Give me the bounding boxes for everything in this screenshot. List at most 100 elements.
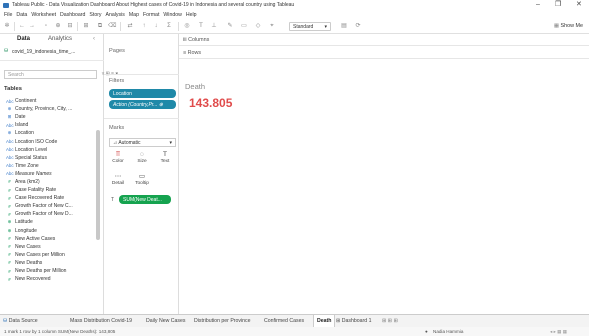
maximize-button[interactable]: ❐ — [555, 1, 561, 9]
measure-pill-new-deaths[interactable]: SUM(New Deat... — [119, 195, 171, 204]
field-item[interactable]: # New Cases per Million — [6, 251, 98, 259]
rows-shelf[interactable]: ≡ Rows — [179, 48, 589, 59]
new-sheet-icons[interactable]: ⊞ ⊞ ⊞ — [382, 318, 398, 324]
tooltip-label: Tooltip — [135, 181, 149, 186]
save-icon[interactable]: ▫ — [42, 22, 50, 30]
field-item[interactable]: # Case Recovered Rate — [6, 194, 98, 202]
fix-axes-icon[interactable]: ⊥ — [210, 22, 218, 30]
filter-pill-action[interactable]: Action (Country,Pr... ⊕ — [109, 100, 176, 109]
field-item[interactable]: Abc Time Zone — [6, 162, 98, 170]
datasource-row[interactable]: ⛁ covid_19_indonesia_time_... — [0, 47, 104, 56]
field-item[interactable]: ⊕ Latitude — [6, 218, 98, 226]
tableau-logo-icon[interactable]: ✲ — [3, 22, 11, 30]
detail-mark-button[interactable]: ⋯ Detail — [109, 173, 127, 189]
tab-confirmed-cases[interactable]: Confirmed Cases — [264, 318, 304, 324]
field-item[interactable]: ⊕ Location — [6, 129, 98, 137]
menu-data[interactable]: Data — [16, 12, 27, 18]
user-icon[interactable]: ● — [425, 329, 428, 334]
status-summary: 1 mark 1 row by 1 column SUM(New Deaths)… — [4, 328, 116, 334]
field-item[interactable]: # New Cases — [6, 243, 98, 251]
field-item[interactable]: # New Active Cases — [6, 235, 98, 243]
size-label: Size — [137, 159, 147, 164]
collapse-icon[interactable]: ‹ — [93, 36, 95, 42]
field-item[interactable]: # Case Fatality Rate — [6, 186, 98, 194]
field-label: New Cases per Million — [15, 251, 65, 258]
menu-window[interactable]: Window — [163, 12, 181, 18]
tab-distribution-per-province[interactable]: Distribution per Province — [194, 318, 251, 324]
field-item[interactable]: # Area (km2) — [6, 178, 98, 186]
field-item[interactable]: Abc Location ISO Code — [6, 137, 98, 145]
group-members-icon[interactable]: ◎ — [183, 22, 191, 30]
field-label: Growth Factor of New D... — [15, 211, 73, 218]
field-item[interactable]: Abc Location Level — [6, 146, 98, 154]
columns-shelf[interactable]: iii Columns — [179, 35, 589, 46]
tab-dashboard-1[interactable]: ⊞ Dashboard 1 — [336, 318, 372, 324]
tooltip-icon[interactable]: ▭ — [240, 22, 248, 30]
color-icon: ⠿ — [115, 151, 121, 158]
duplicate-sheet-icon[interactable]: ⧉ — [96, 22, 104, 30]
field-item[interactable]: ⊕ Country, Province, City, ... — [6, 105, 98, 113]
field-item[interactable]: # Growth Factor of New D... — [6, 210, 98, 218]
field-label: Country, Province, City, ... — [15, 106, 73, 113]
search-input[interactable]: Search ▿ ⊞ ≡ ▾ — [4, 70, 118, 79]
field-item[interactable]: # New Deaths per Million — [6, 267, 98, 275]
tableau-app-icon — [3, 2, 9, 8]
format-workbook-icon[interactable]: ◇ — [254, 22, 262, 30]
color-mark-button[interactable]: ⠿ Color — [109, 151, 127, 167]
fit-dropdown[interactable]: Standard ▾ — [289, 22, 331, 31]
tab-mass-distribution[interactable]: Mass Distribution Covid-19 — [70, 318, 132, 324]
menu-story[interactable]: Story — [89, 12, 101, 18]
tab-analytics[interactable]: Analytics — [48, 36, 72, 42]
undo-icon[interactable]: ← — [18, 22, 26, 30]
menu-analysis[interactable]: Analysis — [106, 12, 125, 18]
size-mark-button[interactable]: ◌ Size — [133, 151, 151, 167]
field-item[interactable]: Abc Island — [6, 121, 98, 129]
text-mark-button[interactable]: T Text — [156, 151, 174, 167]
pin-icon[interactable]: ⌖ — [268, 22, 276, 30]
tab-data[interactable]: Data — [17, 36, 30, 42]
field-item[interactable]: # New Recovered — [6, 275, 98, 283]
totals-icon[interactable]: Σ — [165, 22, 173, 30]
highlight-icon[interactable]: ✎ — [226, 22, 234, 30]
field-item[interactable]: Abc Special Status — [6, 154, 98, 162]
field-list-scrollbar[interactable] — [96, 130, 100, 240]
tooltip-mark-button[interactable]: ▭ Tooltip — [133, 173, 151, 189]
show-labels-icon[interactable]: T — [197, 22, 205, 30]
show-cards-icon[interactable]: ▤ — [340, 22, 348, 30]
field-label: Growth Factor of New C... — [15, 203, 73, 210]
menu-dashboard[interactable]: Dashboard — [60, 12, 85, 18]
clear-sheet-icon[interactable]: ⌫ — [108, 22, 116, 30]
pause-updates-icon[interactable]: ⊟ — [66, 22, 74, 30]
field-item[interactable]: # New Deaths — [6, 259, 98, 267]
sort-ascending-icon[interactable]: ↑ — [140, 22, 148, 30]
menu-format[interactable]: Format — [143, 12, 159, 18]
new-worksheet-icon[interactable]: ⊞ — [82, 22, 90, 30]
new-datasource-icon[interactable]: ⊕ — [54, 22, 62, 30]
menu-worksheet[interactable]: Worksheet — [31, 12, 56, 18]
menu-map[interactable]: Map — [129, 12, 139, 18]
minimize-button[interactable]: – — [536, 1, 540, 9]
field-label: Case Fatality Rate — [15, 187, 57, 194]
menu-help[interactable]: Help — [186, 12, 197, 18]
swap-rows-columns-icon[interactable]: ⇄ — [126, 22, 134, 30]
field-item[interactable]: Abc Measure Names — [6, 170, 98, 178]
field-item[interactable]: # Growth Factor of New C... — [6, 202, 98, 210]
sort-descending-icon[interactable]: ↓ — [152, 22, 160, 30]
tab-daily-new-cases[interactable]: Daily New Cases — [146, 318, 186, 324]
menu-file[interactable]: File — [4, 12, 12, 18]
death-value[interactable]: 143.805 — [189, 96, 232, 110]
navigation-icons[interactable]: ◂ ▸ ▦ ▦ — [550, 329, 567, 335]
filter-pill-location[interactable]: Location — [109, 89, 176, 98]
field-item[interactable]: Abc Continent — [6, 97, 98, 105]
redo-icon[interactable]: → — [28, 22, 36, 30]
chevron-down-icon: ▾ — [169, 140, 172, 146]
tab-data-source[interactable]: ⛁ Data Source — [3, 318, 38, 324]
user-name[interactable]: Nadia Hammia — [433, 329, 463, 334]
field-item[interactable]: ⊕ Longitude — [6, 227, 98, 235]
mark-type-dropdown[interactable]: ⊿ Automatic ▾ — [109, 138, 176, 147]
close-button[interactable]: ✕ — [576, 1, 582, 9]
field-item[interactable]: ⊞ Date — [6, 113, 98, 121]
dimension-type-icon: Abc — [6, 171, 14, 177]
share-icon[interactable]: ⟳ — [354, 22, 362, 30]
show-me-button[interactable]: ▦ Show Me — [554, 23, 583, 29]
